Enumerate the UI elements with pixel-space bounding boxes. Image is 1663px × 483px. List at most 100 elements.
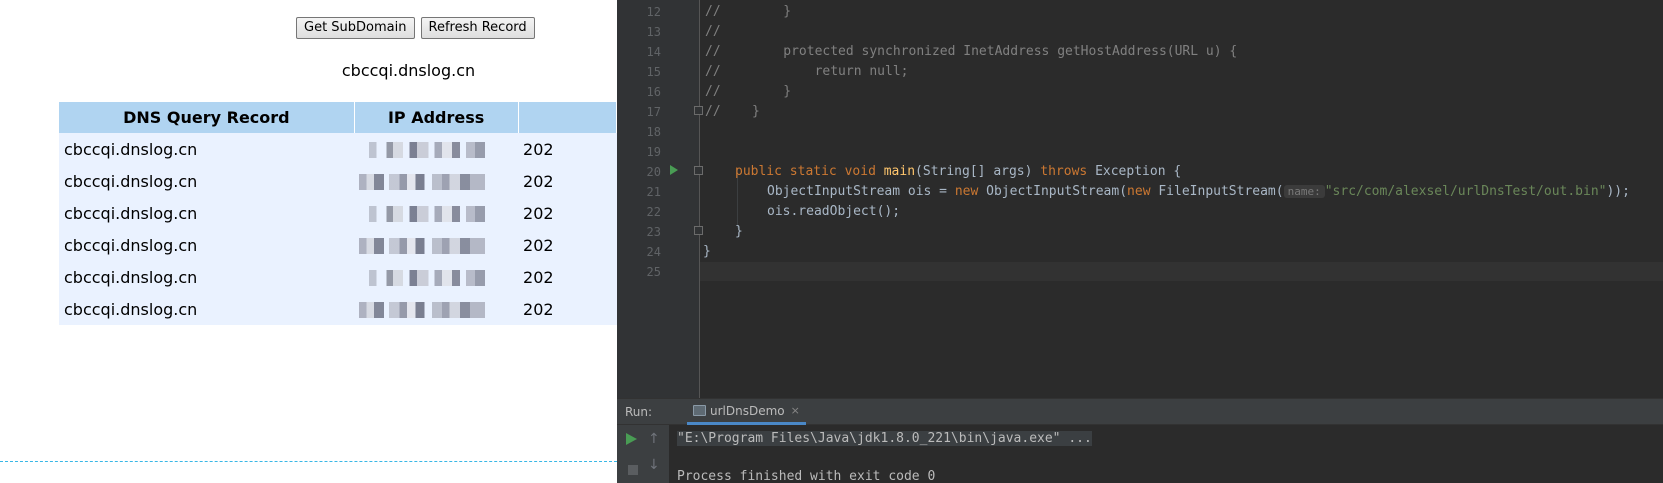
record-cell: cbccqi.dnslog.cn: [59, 261, 355, 293]
subdomain-text: cbccqi.dnslog.cn: [341, 61, 476, 80]
keyword: void: [844, 164, 876, 179]
fold-marker-icon[interactable]: [694, 166, 703, 175]
get-subdomain-button[interactable]: Get SubDomain: [296, 17, 415, 39]
params: (String[] args): [915, 164, 1041, 179]
keyword: static: [789, 164, 837, 179]
code-line[interactable]: }: [703, 244, 711, 259]
line-number: 18: [646, 125, 661, 139]
stop-icon[interactable]: [628, 465, 638, 475]
button-row: Get SubDomain Refresh Record: [296, 17, 535, 39]
redacted-ip: [359, 174, 486, 190]
code-line[interactable]: // }: [705, 84, 791, 99]
fold-marker-icon[interactable]: [694, 226, 703, 235]
arrow-down-icon[interactable]: ↓: [648, 457, 662, 473]
console-command[interactable]: "E:\Program Files\Java\jdk1.8.0_221\bin\…: [677, 431, 1092, 446]
close-icon[interactable]: ×: [791, 404, 800, 417]
rerun-icon[interactable]: [626, 433, 637, 445]
line-number: 19: [646, 145, 661, 159]
run-main-icon[interactable]: [670, 165, 678, 175]
table-header-row: DNS Query Record IP Address: [59, 102, 617, 133]
line-gutter: [617, 0, 699, 398]
header-ip-address: IP Address: [354, 102, 519, 133]
run-header: Run: urlDnsDemo ×: [617, 399, 1663, 425]
table-row: cbccqi.dnslog.cn 202: [59, 293, 617, 325]
code-line[interactable]: ois.readObject();: [767, 204, 900, 219]
dnslog-page: Get SubDomain Refresh Record cbccqi.dnsl…: [0, 0, 617, 483]
code-text: FileInputStream(: [1150, 184, 1284, 199]
line-number: 14: [646, 45, 661, 59]
line-number: 24: [646, 245, 661, 259]
line-number: 23: [646, 225, 661, 239]
current-line-highlight: [700, 262, 1663, 281]
code-line[interactable]: // }: [705, 4, 791, 19]
code-line[interactable]: //: [705, 24, 721, 39]
string-literal: "src/com/alexsel/urlDnsTest/out.bin": [1324, 184, 1607, 199]
line-number: 12: [646, 5, 661, 19]
refresh-record-button[interactable]: Refresh Record: [420, 17, 535, 39]
arrow-up-icon[interactable]: ↑: [648, 431, 662, 447]
redacted-ip: [359, 238, 486, 254]
table-row: cbccqi.dnslog.cn 202: [59, 165, 617, 197]
record-cell: cbccqi.dnslog.cn: [59, 197, 355, 229]
time-cell: 202: [518, 133, 617, 165]
keyword: public: [735, 164, 782, 179]
ip-cell: [354, 197, 519, 229]
code-line[interactable]: // return null;: [705, 64, 909, 79]
gutter-border: [699, 0, 700, 398]
keyword: new: [954, 184, 979, 199]
code-text: ObjectInputStream ois =: [767, 184, 955, 199]
time-cell: 202: [518, 229, 617, 261]
record-cell: cbccqi.dnslog.cn: [59, 229, 355, 261]
line-number: 20: [646, 165, 661, 179]
ip-cell: [354, 165, 519, 197]
run-label: Run:: [625, 405, 653, 419]
line-number: 25: [646, 265, 661, 279]
table-row: cbccqi.dnslog.cn 202: [59, 261, 617, 293]
code-text: ObjectInputStream(: [978, 184, 1128, 199]
code-text: ));: [1606, 184, 1630, 199]
line-number: 17: [646, 105, 661, 119]
line-number: 13: [646, 25, 661, 39]
dns-records-table: DNS Query Record IP Address cbccqi.dnslo…: [59, 102, 617, 325]
redacted-ip: [359, 206, 486, 222]
header-time: [518, 102, 617, 133]
fold-marker-icon[interactable]: [694, 106, 703, 115]
redacted-ip: [359, 270, 486, 286]
header-dns-query-record: DNS Query Record: [59, 102, 355, 133]
time-cell: 202: [518, 165, 617, 197]
record-cell: cbccqi.dnslog.cn: [59, 133, 355, 165]
record-cell: cbccqi.dnslog.cn: [59, 165, 355, 197]
run-toolbar: ↑ ↓: [617, 425, 669, 483]
run-tab-label: urlDnsDemo: [710, 403, 785, 418]
line-number: 16: [646, 85, 661, 99]
code-text: Exception {: [1087, 164, 1182, 179]
parameter-hint: name:: [1283, 185, 1325, 198]
ip-cell: [354, 133, 519, 165]
ip-cell: [354, 293, 519, 325]
console-exit-message: Process finished with exit code 0: [677, 469, 936, 483]
code-line[interactable]: // }: [705, 104, 760, 119]
time-cell: 202: [518, 197, 617, 229]
run-tab-urldnsdemo[interactable]: urlDnsDemo ×: [687, 399, 806, 425]
ip-cell: [354, 261, 519, 293]
line-number: 22: [646, 205, 661, 219]
keyword: new: [1127, 184, 1151, 199]
line-number: 15: [646, 65, 661, 79]
redacted-ip: [359, 302, 486, 318]
line-number: 21: [646, 185, 661, 199]
keyword: throws: [1040, 164, 1088, 179]
method-name: main: [883, 164, 916, 179]
table-row: cbccqi.dnslog.cn 202: [59, 229, 617, 261]
record-cell: cbccqi.dnslog.cn: [59, 293, 355, 325]
time-cell: 202: [518, 261, 617, 293]
time-cell: 202: [518, 293, 617, 325]
console-icon: [693, 405, 706, 416]
run-panel: Run: urlDnsDemo × ↑ ↓ "E:\Program Files\…: [617, 398, 1663, 483]
ip-cell: [354, 229, 519, 261]
ide-window: 12 13 14 15 16 17 18 19 20 21 22 23 24 2…: [617, 0, 1663, 483]
code-line[interactable]: // protected synchronized InetAddress ge…: [705, 44, 1237, 59]
code-line[interactable]: }: [735, 224, 743, 239]
table-row: cbccqi.dnslog.cn 202: [59, 133, 617, 165]
code-line-ois[interactable]: ObjectInputStream ois = new ObjectInputS…: [767, 184, 1630, 199]
code-line-main[interactable]: public static void main(String[] args) t…: [735, 164, 1181, 179]
